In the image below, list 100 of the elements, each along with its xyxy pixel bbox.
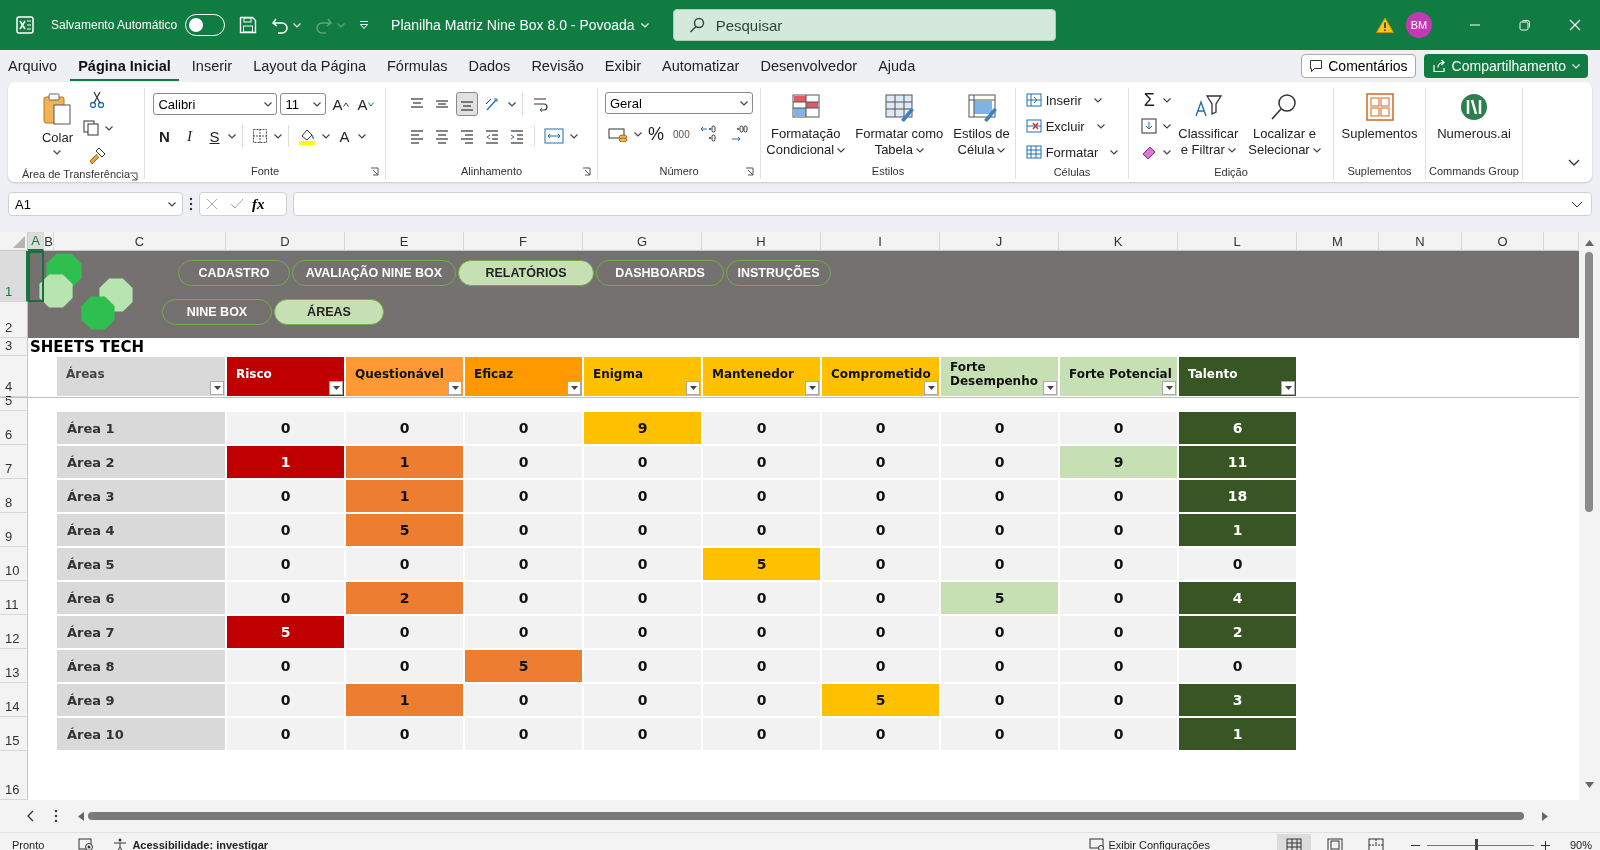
previous-sheet-icon[interactable] bbox=[26, 810, 34, 822]
chevron-down-icon[interactable] bbox=[228, 133, 237, 139]
insert-cells-icon[interactable] bbox=[1025, 92, 1042, 108]
table-style-icon[interactable] bbox=[883, 92, 916, 122]
document-title[interactable]: Planilha Matriz Nine Box 8.0 - Povoada bbox=[385, 16, 655, 34]
font-color-button[interactable]: A bbox=[333, 124, 356, 148]
scroll-right-icon[interactable] bbox=[1542, 811, 1548, 821]
bold-button[interactable]: N bbox=[153, 124, 176, 148]
paste-button[interactable]: Colar bbox=[38, 88, 77, 159]
caret-down-icon[interactable] bbox=[367, 101, 374, 107]
row-header[interactable]: 11 bbox=[0, 581, 28, 615]
row-header[interactable]: 10 bbox=[0, 547, 28, 581]
column-header[interactable]: C bbox=[54, 232, 226, 251]
scroll-down-icon[interactable] bbox=[1585, 782, 1594, 788]
styles-button[interactable]: Formatar como Tabela bbox=[852, 88, 947, 162]
chevron-down-icon[interactable] bbox=[915, 147, 924, 153]
chevron-down-icon[interactable] bbox=[168, 201, 176, 207]
expand-formula-icon[interactable] bbox=[1571, 200, 1583, 208]
chevron-down-icon[interactable] bbox=[507, 101, 516, 107]
chevron-down-icon[interactable] bbox=[1163, 149, 1172, 155]
borders-icon[interactable] bbox=[252, 128, 269, 144]
caret-down-icon[interactable] bbox=[927, 386, 935, 390]
column-header[interactable]: H bbox=[702, 232, 821, 251]
chevron-down-icon[interactable] bbox=[634, 131, 642, 137]
striped-circle-icon[interactable] bbox=[1459, 92, 1489, 122]
chevron-down-icon[interactable] bbox=[997, 147, 1006, 153]
search-icon[interactable] bbox=[688, 17, 705, 33]
share-icon[interactable] bbox=[1431, 59, 1446, 73]
column-header[interactable]: F bbox=[464, 232, 583, 251]
currency-format-icon[interactable] bbox=[608, 126, 628, 142]
row-header[interactable]: 8 bbox=[0, 479, 28, 513]
add-ins-icon[interactable] bbox=[1364, 92, 1395, 122]
cut-icon[interactable] bbox=[88, 91, 105, 109]
caret-down-icon[interactable] bbox=[808, 386, 816, 390]
chevron-down-icon[interactable] bbox=[1227, 147, 1236, 153]
sort-filter-button[interactable]: Classificar e Filtrar bbox=[1175, 88, 1242, 162]
spreadsheet-app-icon[interactable] bbox=[16, 16, 34, 34]
comments-button[interactable]: Comentários bbox=[1301, 54, 1416, 78]
page-break-view-icon[interactable] bbox=[1367, 838, 1384, 850]
row-header[interactable]: 13 bbox=[0, 649, 28, 683]
column-header[interactable]: O bbox=[1462, 232, 1544, 251]
row-header[interactable]: 15 bbox=[0, 717, 28, 751]
ribbon-tab[interactable]: Inserir bbox=[183, 51, 241, 81]
undo-icon[interactable] bbox=[271, 16, 290, 34]
ribbon-tab[interactable]: Ajuda bbox=[870, 51, 924, 81]
caret-down-icon[interactable] bbox=[570, 386, 578, 390]
row-header[interactable]: 16 bbox=[0, 751, 28, 800]
numerous-button[interactable]: Numerous.ai bbox=[1434, 88, 1514, 146]
font-name-dropdown[interactable]: Calibri bbox=[153, 93, 278, 115]
search-field[interactable]: Pesquisar bbox=[672, 9, 1056, 41]
thousands-separator-button[interactable]: 000 bbox=[670, 122, 693, 146]
save-icon[interactable] bbox=[239, 16, 258, 34]
dialog-launcher-icon[interactable] bbox=[129, 172, 138, 181]
eraser-icon[interactable] bbox=[1141, 144, 1158, 160]
filter-dropdown-button[interactable] bbox=[448, 381, 462, 395]
row-header[interactable]: 6 bbox=[0, 411, 28, 445]
column-header[interactable]: M bbox=[1297, 232, 1379, 251]
ribbon-tab[interactable]: Revisão bbox=[523, 51, 592, 81]
chevron-down-icon[interactable] bbox=[1093, 97, 1102, 103]
dialog-launcher-icon[interactable] bbox=[582, 167, 591, 176]
page-layout-view-icon[interactable] bbox=[1326, 838, 1343, 850]
cells-format-button[interactable]: Formatar bbox=[1023, 140, 1121, 164]
chevron-down-icon[interactable] bbox=[740, 100, 748, 106]
filter-dropdown-button[interactable] bbox=[210, 381, 224, 395]
display-settings-icon[interactable] bbox=[1089, 838, 1106, 850]
column-header[interactable]: N bbox=[1379, 232, 1462, 251]
row-header[interactable]: 3 bbox=[0, 338, 28, 356]
font-size-dropdown[interactable]: 11 bbox=[280, 93, 327, 115]
row-header[interactable]: 4 bbox=[0, 356, 28, 397]
caret-down-icon[interactable] bbox=[1046, 386, 1054, 390]
chevron-down-icon[interactable] bbox=[358, 133, 367, 139]
chevron-down-icon[interactable] bbox=[1163, 97, 1172, 103]
zoom-level[interactable]: 90% bbox=[1569, 839, 1592, 850]
copy-icon[interactable] bbox=[83, 120, 100, 136]
ribbon-tab[interactable]: Arquivo bbox=[0, 51, 66, 81]
clipboard-icon[interactable] bbox=[42, 92, 73, 126]
column-header[interactable]: K bbox=[1059, 232, 1178, 251]
caret-down-icon[interactable] bbox=[1165, 386, 1173, 390]
filter-dropdown-button[interactable] bbox=[329, 381, 343, 395]
comment-icon[interactable] bbox=[1309, 59, 1324, 73]
filter-dropdown-button[interactable] bbox=[1043, 381, 1057, 395]
cell-style-icon[interactable] bbox=[965, 92, 998, 122]
delete-cells-icon[interactable] bbox=[1025, 118, 1042, 134]
caret-down-icon[interactable] bbox=[689, 386, 697, 390]
caret-down-icon[interactable] bbox=[213, 386, 221, 390]
caret-down-icon[interactable] bbox=[1284, 386, 1292, 390]
check-icon[interactable] bbox=[230, 198, 244, 210]
format-painter-icon[interactable] bbox=[87, 147, 106, 165]
percent-button[interactable]: % bbox=[645, 122, 667, 146]
dialog-launcher-icon[interactable] bbox=[370, 167, 379, 176]
decrease-indent-icon[interactable] bbox=[483, 128, 500, 144]
italic-button[interactable]: I bbox=[178, 124, 201, 148]
filter-dropdown-button[interactable] bbox=[1162, 381, 1176, 395]
more-options-icon[interactable] bbox=[189, 197, 193, 211]
row-header[interactable]: 1 bbox=[0, 251, 28, 302]
chevron-down-icon[interactable] bbox=[313, 101, 322, 107]
name-box[interactable]: A1 bbox=[8, 192, 183, 216]
ribbon-tab[interactable]: Layout da Página bbox=[245, 51, 374, 81]
close-icon[interactable] bbox=[1569, 19, 1581, 31]
chevron-down-icon[interactable] bbox=[569, 133, 578, 139]
